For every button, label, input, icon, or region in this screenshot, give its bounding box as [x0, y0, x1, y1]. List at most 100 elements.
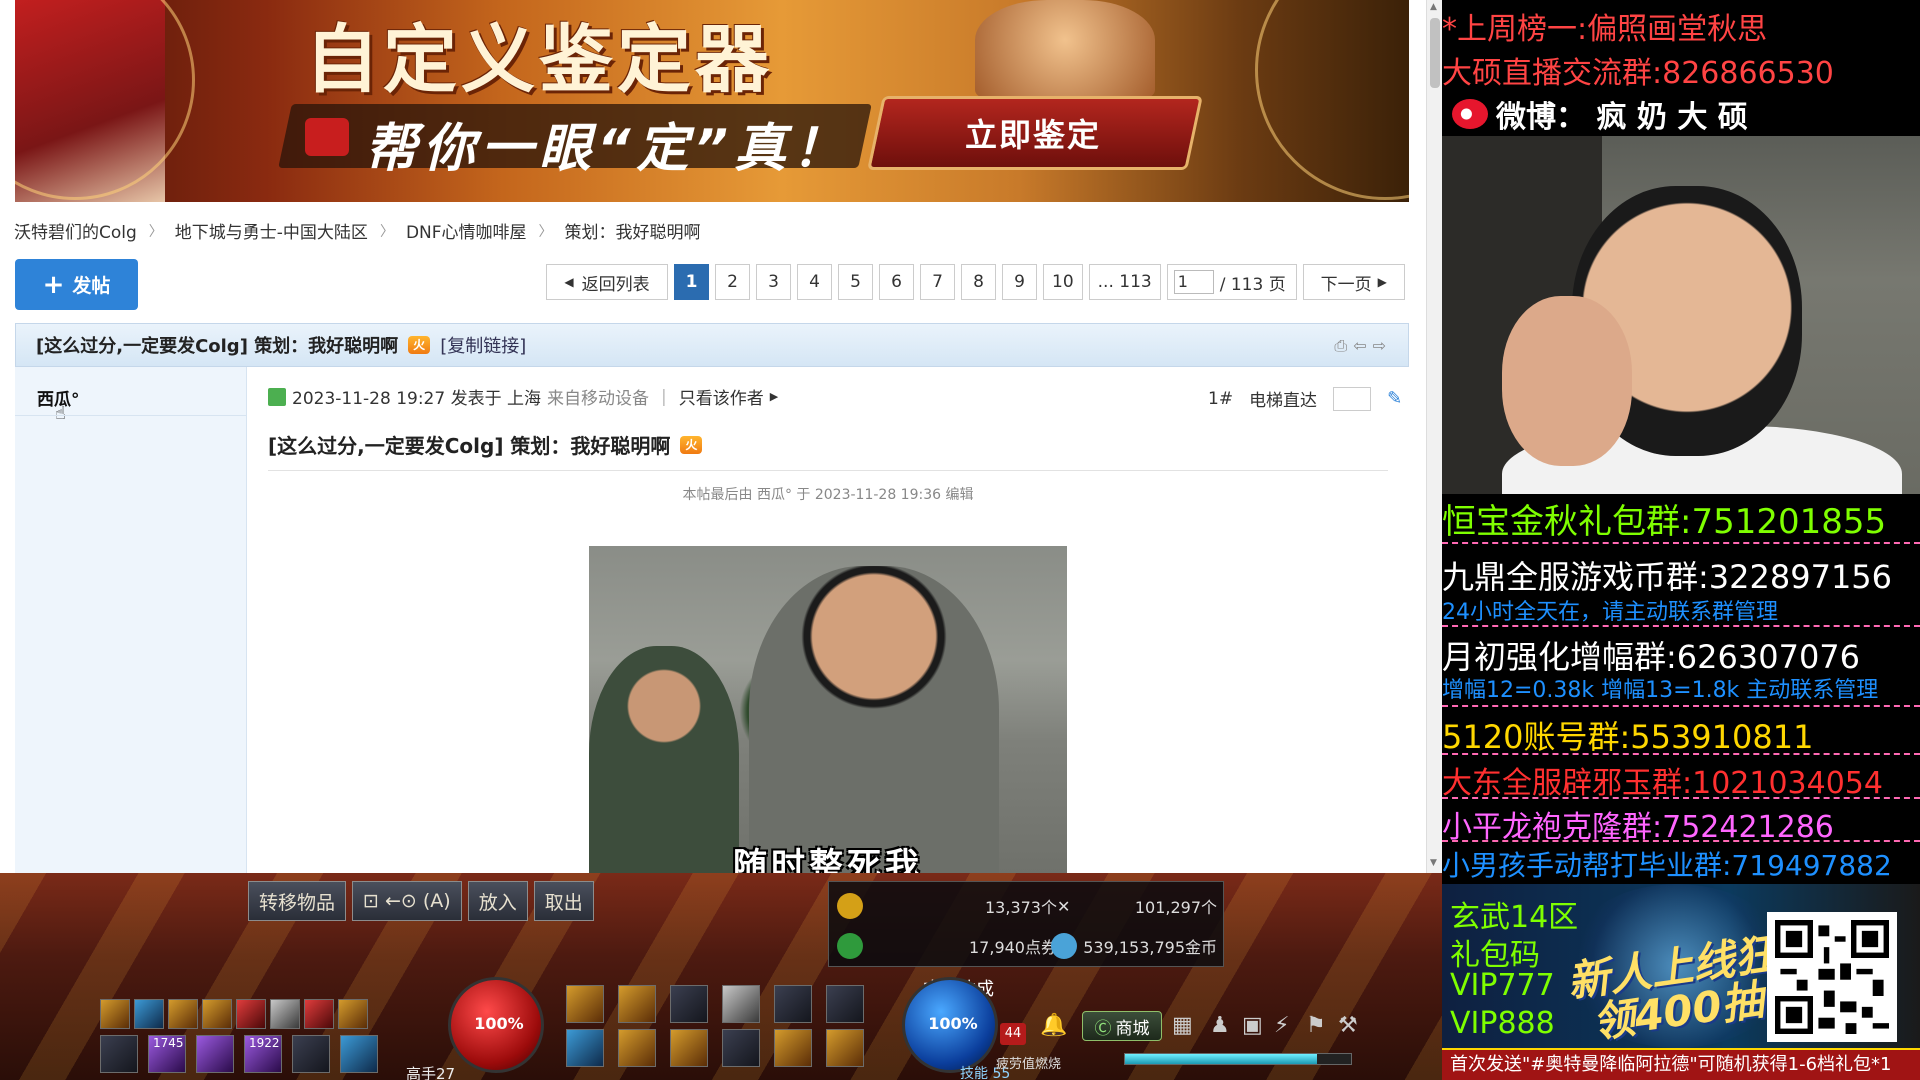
image-person [749, 566, 999, 873]
promo-box: 玄武14区 礼包码 VIP777 VIP888 新人上线狂领400抽 [1442, 884, 1920, 1048]
quick-item-icon[interactable] [134, 999, 164, 1029]
page-link[interactable]: 8 [961, 264, 996, 300]
bell-icon[interactable]: 🔔 [1040, 1013, 1067, 1038]
settings-icon[interactable]: ⚒ [1338, 1013, 1358, 1038]
coins-count: 539,153,795金币 [1083, 938, 1217, 957]
group-dadong-text: 大东全服辟邪玉群:1021034054 [1442, 766, 1883, 801]
thread-header: [这么过分,一定要发Colg] 策划：我好聪明啊 火 [复制链接] ⎙ ⇦ ⇨ [15, 323, 1409, 367]
divider [1442, 797, 1920, 799]
skill-slot-icon[interactable] [722, 985, 760, 1023]
consumable-slot-icon[interactable]: 1922 [244, 1035, 282, 1073]
character-icon[interactable]: ♟ [1210, 1013, 1230, 1038]
elevator-input[interactable] [1333, 386, 1372, 411]
page-link[interactable]: 1 [674, 264, 709, 300]
page-link[interactable]: 4 [797, 264, 832, 300]
breadcrumb-item[interactable]: DNF心情咖啡屋 [406, 218, 527, 243]
consumable-slot-icon[interactable] [340, 1035, 378, 1073]
image-caption: 随时整死我 [733, 846, 923, 873]
fire-icon: 火 [408, 336, 431, 354]
put-in-button[interactable]: 放入 [467, 881, 528, 921]
post-image[interactable]: 随时整死我 [589, 546, 1067, 873]
page-link[interactable]: 10 [1043, 264, 1083, 300]
page-link-last[interactable]: ... 113 [1088, 264, 1161, 300]
crossed-swords-icon: ✕ [1057, 896, 1071, 916]
hp-value: 100% [474, 1014, 524, 1033]
scroll-up-icon[interactable]: ▲ [1430, 2, 1437, 12]
skill-slot-icon[interactable] [826, 985, 864, 1023]
quick-item-icon[interactable] [338, 999, 368, 1029]
divider [1442, 625, 1920, 627]
group-dashuo-text: 大硕直播交流群:826866530 [1442, 56, 1834, 91]
skill-slot-icon[interactable] [774, 985, 812, 1023]
quick-item-icon[interactable] [270, 999, 300, 1029]
pen-icon[interactable]: ✎ [1387, 388, 1402, 409]
skill-tree-icon[interactable]: ⚡ [1274, 1013, 1289, 1038]
player-level: 高手27 [406, 1065, 456, 1080]
next-thread-icon[interactable]: ⇨ [1373, 336, 1386, 356]
divider [1442, 840, 1920, 842]
page-jump-input[interactable]: 1 [1173, 270, 1214, 294]
post-meta: 2023-11-28 19:27 发表于 上海 来自移动设备 | 只看该作者 ▶ [268, 384, 778, 409]
scroll-down-icon[interactable]: ▼ [1430, 858, 1437, 868]
divider [1442, 705, 1920, 707]
menu-grid-icon[interactable]: ▦ [1172, 1013, 1193, 1038]
new-post-button[interactable]: + 发帖 [15, 259, 138, 310]
floor-info: 1# 电梯直达 ✎ [1208, 386, 1402, 411]
page-link[interactable]: 6 [879, 264, 914, 300]
inventory-icon[interactable]: ▣ [1242, 1013, 1263, 1038]
page-link[interactable]: 7 [920, 264, 955, 300]
skill-slot-icon[interactable] [670, 1029, 708, 1067]
skill-slot-icon[interactable] [826, 1029, 864, 1067]
page-link[interactable]: 2 [715, 264, 750, 300]
fatigue-fill [1125, 1054, 1318, 1064]
scrollbar[interactable]: ▲ ▼ [1426, 0, 1442, 873]
skill-slot-icon[interactable] [566, 1029, 604, 1067]
print-icon[interactable]: ⎙ [1334, 336, 1347, 356]
breadcrumb-item[interactable]: 策划：我好聪明啊 [565, 218, 701, 243]
breadcrumb-item[interactable]: 地下城与勇士-中国大陆区 [175, 218, 368, 243]
skill-slot-icon[interactable] [722, 1029, 760, 1067]
page-link[interactable]: 9 [1002, 264, 1037, 300]
quick-item-icon[interactable] [168, 999, 198, 1029]
take-out-button[interactable]: 取出 [533, 881, 594, 921]
only-author-link[interactable]: 只看该作者 [679, 384, 764, 409]
breadcrumb-item[interactable]: 沃特碧们的Colg [14, 218, 137, 243]
ad-banner[interactable]: 自定义鉴定器 帮你一眼“定”真！ 立即鉴定 [15, 0, 1409, 202]
banner-cta-label[interactable]: 立即鉴定 [965, 110, 1101, 156]
skill-slot-icon[interactable] [618, 985, 656, 1023]
quick-item-icon[interactable] [202, 999, 232, 1029]
transfer-items-button[interactable]: 转移物品 [248, 881, 347, 921]
stream-overlay: *上周榜一:偏照画堂秋思 大硕直播交流群:826866530 微博： 疯 奶 大… [1442, 0, 1920, 1080]
copy-link-button[interactable]: [复制链接] [440, 332, 526, 358]
consumable-slot-icon[interactable] [100, 1035, 138, 1073]
group-yuechu-note: 增幅12=0.38k 增幅13=1.8k 主动联系管理 [1442, 678, 1879, 703]
breadcrumb: 沃特碧们的Colg 〉 地下城与勇士-中国大陆区 〉 DNF心情咖啡屋 〉 策划… [14, 218, 701, 243]
banner-seal-icon [305, 118, 349, 156]
quick-item-icon[interactable] [236, 999, 266, 1029]
consumable-slot-icon[interactable] [292, 1035, 330, 1073]
page-link[interactable]: 3 [756, 264, 791, 300]
skill-slot-icon[interactable] [618, 1029, 656, 1067]
auto-transfer-button[interactable]: ⊡ ←⊙ (A) [352, 881, 462, 921]
next-page-button[interactable]: 下一页 ▶ [1302, 264, 1405, 300]
skill-slot-icon[interactable] [774, 1029, 812, 1067]
prev-thread-icon[interactable]: ⇦ [1353, 336, 1366, 356]
quick-item-icon[interactable] [304, 999, 334, 1029]
scroll-thumb[interactable] [1430, 18, 1440, 88]
shop-button[interactable]: Ⓒ 商城 [1082, 1011, 1162, 1041]
other-count: 101,297个 [1134, 898, 1217, 917]
author-sidebar: 西瓜° ☝ [15, 367, 247, 873]
skill-slot-icon[interactable] [670, 985, 708, 1023]
back-to-list-label: 返回列表 [581, 274, 650, 295]
consumable-slot-icon[interactable]: 1745 [148, 1035, 186, 1073]
guild-icon[interactable]: ⚑ [1306, 1013, 1326, 1038]
page-link[interactable]: 5 [838, 264, 873, 300]
thread-tools: ⎙ ⇦ ⇨ [1334, 336, 1386, 356]
fire-icon: 火 [680, 435, 703, 454]
promo-line: VIP888 [1450, 1006, 1555, 1041]
skill-slot-icon[interactable] [566, 985, 604, 1023]
consumable-slot-icon[interactable] [196, 1035, 234, 1073]
thread-title: [这么过分,一定要发Colg] 策划：我好聪明啊 [36, 336, 399, 357]
quick-item-icon[interactable] [100, 999, 130, 1029]
back-to-list-button[interactable]: ◀ 返回列表 [546, 264, 668, 300]
